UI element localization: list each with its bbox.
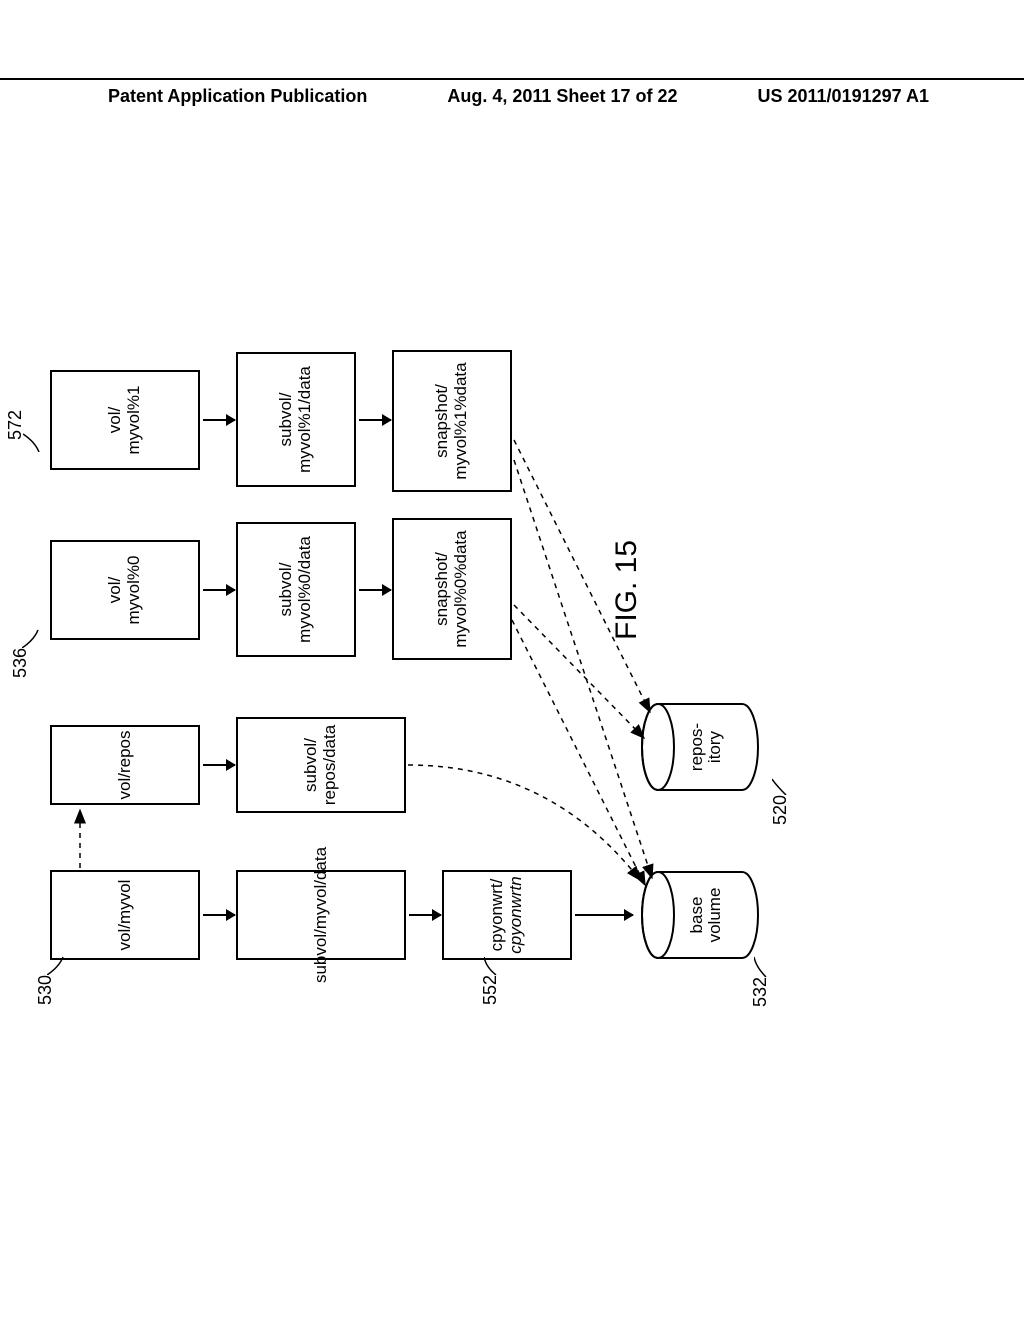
arrow-icon — [203, 419, 235, 421]
box-vol-myvol1: vol/ myvol%1 — [50, 370, 200, 470]
cylinder-repository: repos- itory — [640, 702, 760, 792]
page-header: Patent Application Publication Aug. 4, 2… — [0, 78, 1024, 107]
cylinder-base-volume: base volume — [640, 870, 760, 960]
box-vol-repos: vol/repos — [50, 725, 200, 805]
box-snapshot-myvol0: snapshot/ myvol%0%data — [392, 518, 512, 660]
header-right: US 2011/0191297 A1 — [758, 86, 929, 107]
refnum-572: 572 — [5, 410, 26, 440]
box-vol-myvol0: vol/ myvol%0 — [50, 540, 200, 640]
arrow-icon — [359, 419, 391, 421]
box-vol-myvol: vol/myvol — [50, 870, 200, 960]
refnum-520: 520 — [770, 795, 791, 825]
header-center: Aug. 4, 2011 Sheet 17 of 22 — [447, 86, 677, 107]
refnum-552: 552 — [480, 975, 501, 1005]
refnum-530: 530 — [35, 975, 56, 1005]
box-subvol-myvol-data: subvol/myvol/data — [236, 870, 406, 960]
box-subvol-repos-data: subvol/ repos/data — [236, 717, 406, 813]
box-subvol-myvol0-data: subvol/ myvol%0/data — [236, 522, 356, 657]
figure-15-diagram: vol/myvol subvol/myvol/data cpyonwrt/ cp… — [50, 300, 830, 960]
arrow-icon — [203, 914, 235, 916]
box-cpyonwrt: cpyonwrt/ cpyonwrtn — [442, 870, 572, 960]
refnum-536: 536 — [10, 648, 31, 678]
refnum-532: 532 — [750, 977, 771, 1007]
box-subvol-myvol1-data: subvol/ myvol%1/data — [236, 352, 356, 487]
arrow-icon — [203, 589, 235, 591]
arrow-icon — [575, 914, 633, 916]
arrow-icon — [359, 589, 391, 591]
box-snapshot-myvol1: snapshot/ myvol%1%data — [392, 350, 512, 492]
arrow-icon — [203, 764, 235, 766]
figure-label: FIG. 15 — [610, 540, 644, 640]
arrow-icon — [409, 914, 441, 916]
header-left: Patent Application Publication — [108, 86, 367, 107]
